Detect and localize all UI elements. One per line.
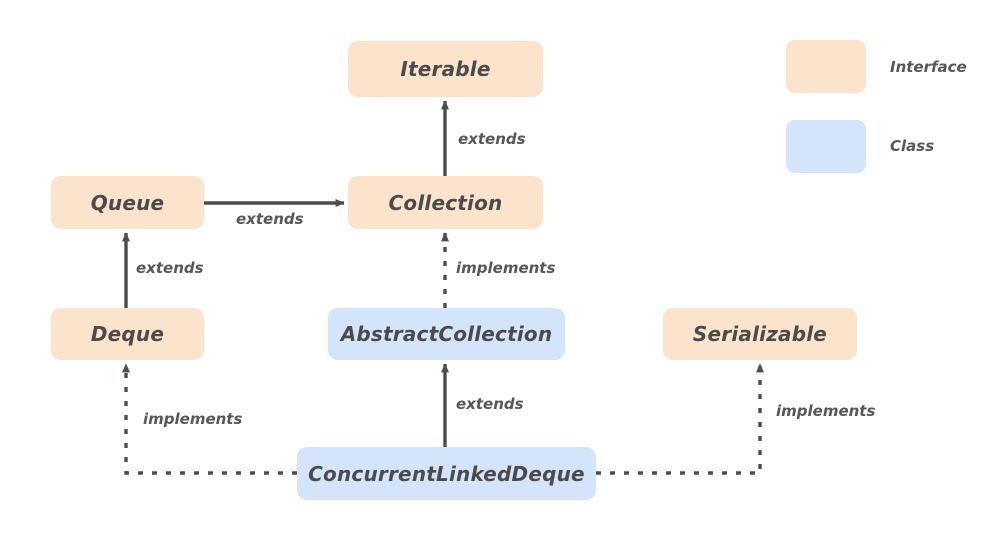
- edge-label-collection-extends-iterable: extends: [458, 130, 526, 148]
- node-serializable[interactable]: Serializable: [663, 308, 857, 360]
- legend-swatch-class: [786, 120, 866, 173]
- node-label-serializable: Serializable: [692, 322, 828, 346]
- edge-label-abstractcollection-implements-collection: implements: [456, 259, 556, 277]
- legend-label-class: Class: [890, 137, 935, 155]
- node-label-deque: Deque: [90, 322, 165, 346]
- node-concurrentlinkeddeque[interactable]: ConcurrentLinkedDeque: [297, 447, 596, 500]
- legend-label-interface: Interface: [890, 58, 967, 76]
- edge-label-cld-implements-deque: implements: [143, 410, 243, 428]
- node-label-collection: Collection: [388, 190, 503, 215]
- node-iterable[interactable]: Iterable: [348, 41, 543, 97]
- legend-swatch-interface: [786, 40, 866, 93]
- edge-label-cld-extends-abstractcollection: extends: [456, 395, 524, 413]
- node-abstractcollection[interactable]: AbstractCollection: [328, 308, 565, 360]
- class-hierarchy-diagram: Iterable Queue Collection Deque Abstract…: [0, 0, 1000, 553]
- node-label-iterable: Iterable: [400, 57, 491, 81]
- node-queue[interactable]: Queue: [51, 176, 204, 229]
- node-label-queue: Queue: [90, 190, 165, 215]
- edge-label-cld-implements-serializable: implements: [776, 402, 876, 420]
- edge-cld-implements-serializable: [596, 363, 764, 475]
- edge-label-deque-extends-queue: extends: [136, 259, 204, 277]
- node-label-concurrentlinkeddeque: ConcurrentLinkedDeque: [308, 461, 585, 486]
- node-collection[interactable]: Collection: [348, 176, 543, 229]
- edge-label-queue-extends-collection: extends: [236, 210, 304, 228]
- node-deque[interactable]: Deque: [51, 308, 204, 360]
- node-label-abstractcollection: AbstractCollection: [340, 322, 553, 346]
